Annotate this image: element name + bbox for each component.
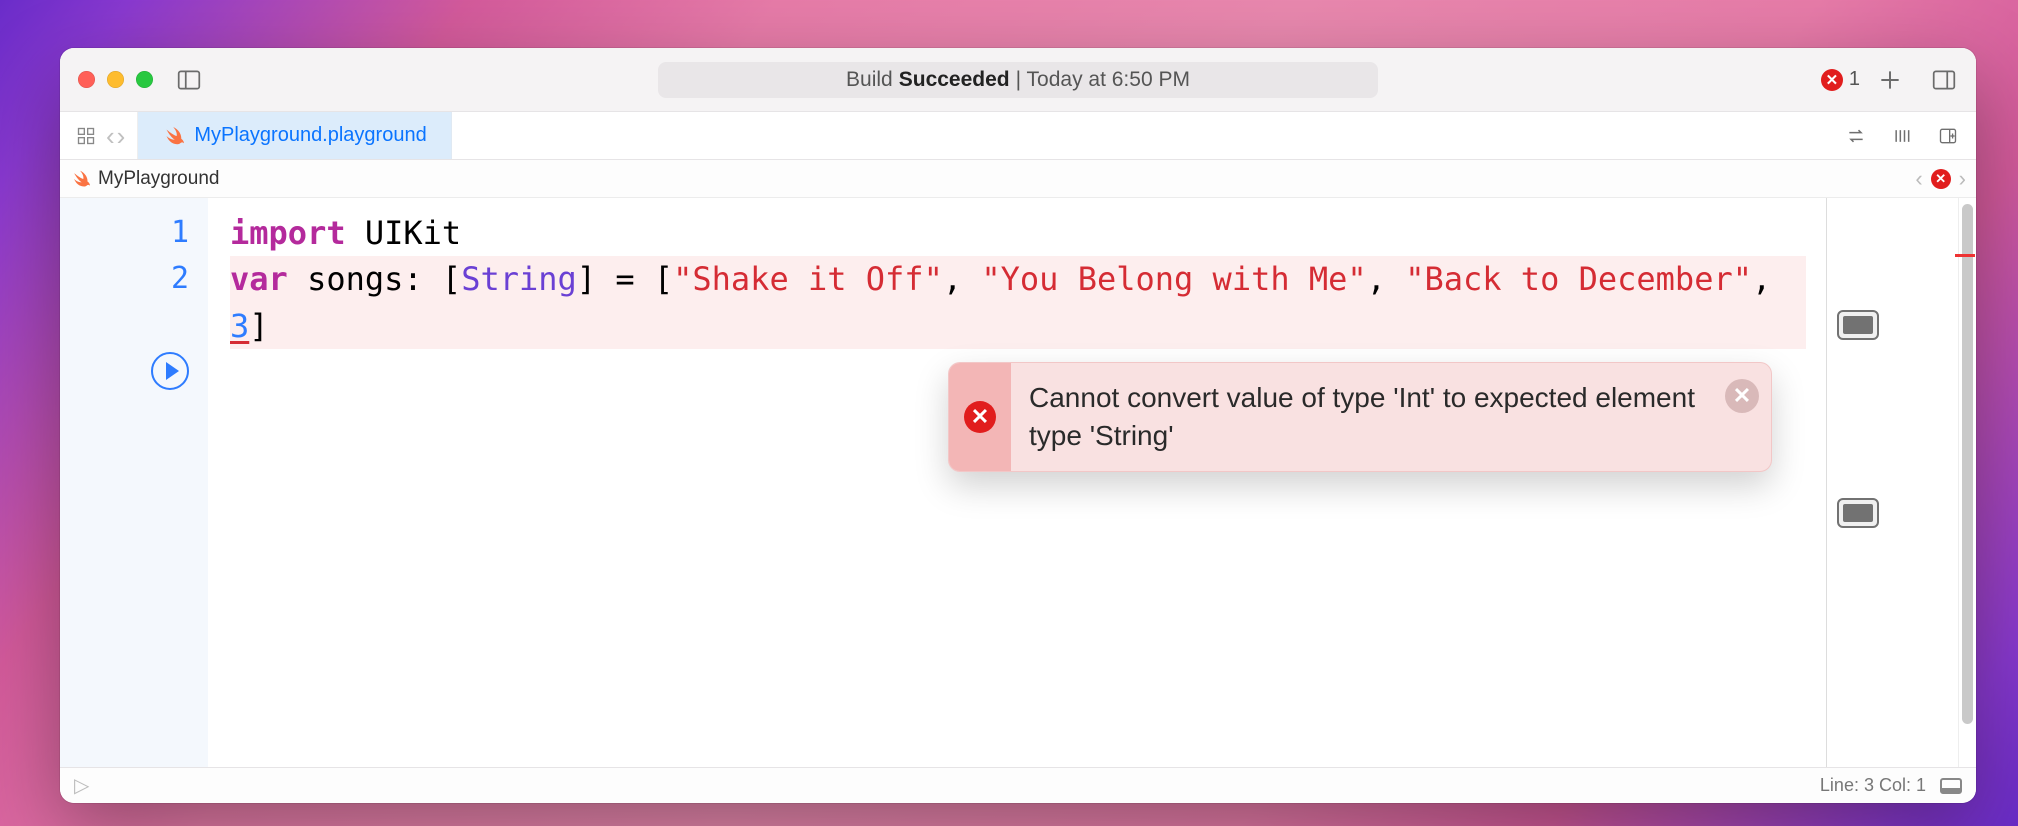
zoom-window-button[interactable] — [136, 71, 153, 88]
type-string: String — [461, 260, 577, 298]
nav-back-forward: ‹ › — [106, 123, 125, 149]
close-window-button[interactable] — [78, 71, 95, 88]
error-popover: ✕ Cannot convert value of type 'Int' to … — [948, 362, 1772, 472]
keyword-import: import — [230, 214, 346, 252]
scroll-thumb[interactable] — [1962, 204, 1973, 724]
adjust-editor-icon[interactable] — [1888, 122, 1916, 150]
close-error-button[interactable]: ✕ — [1725, 379, 1759, 413]
line-number: 1 — [60, 210, 189, 256]
tabbar: ‹ › MyPlayground.playground — [60, 112, 1976, 160]
xcode-window: Build Succeeded | Today at 6:50 PM ✕ 1 ‹ — [60, 48, 1976, 803]
add-editor-icon[interactable] — [1934, 122, 1962, 150]
breadcrumb-bar: MyPlayground ‹ ✕ › — [60, 160, 1976, 198]
editor: 1 2 import UIKitvar songs: [String] = ["… — [60, 198, 1976, 767]
punct: , — [1367, 260, 1406, 298]
swift-icon — [70, 169, 90, 189]
forward-chevron-icon[interactable]: › — [117, 123, 126, 149]
gutter-run — [60, 302, 189, 390]
titlebar: Build Succeeded | Today at 6:50 PM ✕ 1 — [60, 48, 1976, 112]
error-count: 1 — [1849, 68, 1860, 91]
window-controls — [76, 71, 159, 88]
issue-indicator[interactable]: ✕ 1 — [1821, 68, 1860, 91]
results-sidebar — [1826, 198, 1976, 767]
breadcrumb-name[interactable]: MyPlayground — [98, 168, 219, 190]
string-literal: "Back to December" — [1405, 260, 1752, 298]
error-icon: ✕ — [1821, 69, 1843, 91]
tab-myplayground[interactable]: MyPlayground.playground — [138, 112, 451, 159]
code-text[interactable]: import UIKit var songs: [String] = ["Shak… — [208, 198, 1826, 767]
run-line-button[interactable] — [151, 352, 189, 390]
error-stripe: ✕ — [949, 363, 1011, 471]
breadcrumb-right: ‹ ✕ › — [1915, 166, 1966, 192]
punct: : [ — [403, 260, 461, 298]
status-suffix: | Today at 6:50 PM — [1016, 68, 1190, 92]
cursor-position: Line: 3 Col: 1 — [1820, 775, 1926, 796]
scrollbar[interactable] — [1958, 198, 1976, 767]
line-gutter: 1 2 — [60, 198, 208, 767]
add-tab-icon[interactable] — [1874, 64, 1906, 96]
issue-prev-icon[interactable]: ‹ — [1915, 166, 1922, 192]
tabbar-right — [1828, 112, 1976, 159]
back-chevron-icon[interactable]: ‹ — [106, 123, 115, 149]
sidebar-toggle-icon[interactable] — [173, 64, 205, 96]
int-literal-error: 3 — [230, 307, 249, 345]
code-column: 1 2 import UIKitvar songs: [String] = ["… — [60, 198, 1826, 767]
error-message: Cannot convert value of type 'Int' to ex… — [1011, 363, 1713, 471]
swap-icon[interactable] — [1842, 122, 1870, 150]
swift-icon — [162, 125, 184, 147]
issue-next-icon[interactable]: › — [1959, 166, 1966, 192]
statusbar: ▷ Line: 3 Col: 1 — [60, 767, 1976, 803]
punct: ] — [249, 307, 268, 345]
punct: ] = [ — [577, 260, 673, 298]
result-view-button[interactable] — [1837, 498, 1879, 528]
tabbar-nav: ‹ › — [60, 112, 138, 159]
library-panel-icon[interactable] — [1928, 64, 1960, 96]
run-playground-button[interactable]: ▷ — [74, 773, 89, 798]
tab-label: MyPlayground.playground — [194, 124, 426, 147]
keyword-var: var — [230, 260, 288, 298]
error-icon: ✕ — [964, 401, 996, 433]
result-view-button[interactable] — [1837, 310, 1879, 340]
identifier-uikit: UIKit — [365, 214, 461, 252]
string-literal: "Shake it Off" — [673, 260, 943, 298]
minimize-window-button[interactable] — [107, 71, 124, 88]
activity-status[interactable]: Build Succeeded | Today at 6:50 PM — [658, 62, 1378, 98]
identifier-songs: songs — [307, 260, 403, 298]
punct: , — [1752, 260, 1791, 298]
line-number: 2 — [60, 256, 189, 302]
error-icon[interactable]: ✕ — [1931, 169, 1951, 189]
punct: , — [943, 260, 982, 298]
toggle-debug-area-icon[interactable] — [1940, 778, 1962, 794]
related-items-icon[interactable] — [72, 122, 100, 150]
titlebar-right — [1874, 64, 1960, 96]
error-marker[interactable] — [1955, 254, 1975, 257]
error-close-wrap: ✕ — [1713, 363, 1771, 413]
string-literal: "You Belong with Me" — [981, 260, 1366, 298]
status-prefix: Build — [846, 68, 893, 92]
status-bold: Succeeded — [899, 68, 1010, 92]
